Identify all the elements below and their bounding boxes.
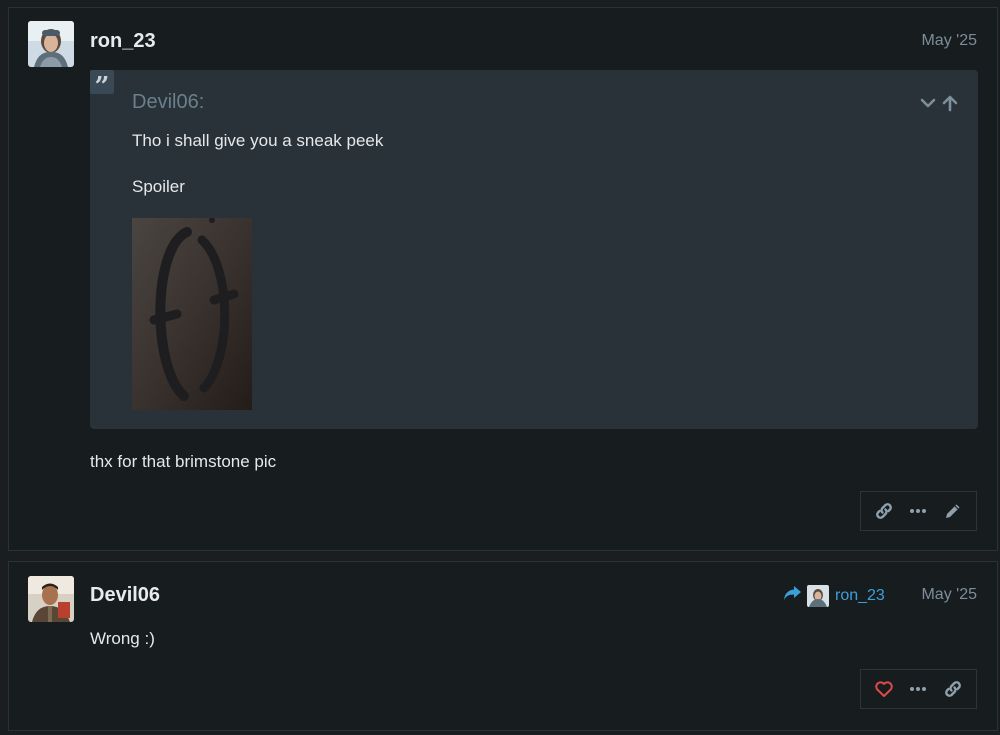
reply-to-link[interactable]: ron_23: [783, 584, 885, 607]
link-icon[interactable]: [940, 676, 966, 702]
more-icon[interactable]: [905, 676, 931, 702]
reply-avatar: [807, 584, 829, 607]
quote-icon: ”: [90, 70, 114, 102]
spoiler-image[interactable]: [132, 218, 252, 410]
reply-to-username: ron_23: [835, 586, 885, 604]
heart-icon[interactable]: [871, 676, 897, 702]
post-body: thx for that brimstone pic: [90, 452, 277, 471]
chevron-down-icon[interactable]: [919, 94, 937, 112]
link-icon[interactable]: [871, 498, 897, 524]
avatar[interactable]: [28, 576, 74, 622]
post-date[interactable]: May '25: [921, 32, 977, 50]
edit-icon[interactable]: [940, 498, 966, 524]
quote-author[interactable]: Devil06:: [132, 91, 204, 114]
post-date[interactable]: May '25: [921, 586, 977, 604]
spoiler-label[interactable]: Spoiler: [132, 177, 185, 197]
post-actions: [860, 491, 977, 531]
arrow-up-icon[interactable]: [941, 94, 959, 112]
avatar[interactable]: [28, 21, 74, 67]
post-devil06: Devil06 ron_23 May '25 Wrong :): [8, 561, 998, 731]
post-ron-23: ron_23 May '25 ” Devil06: Tho i shall gi…: [8, 7, 998, 551]
username[interactable]: ron_23: [90, 30, 156, 53]
quote-text: Tho i shall give you a sneak peek: [132, 131, 384, 150]
quote-block: ” Devil06: Tho i shall give you a sneak …: [90, 70, 978, 429]
reply-arrow-icon: [783, 584, 803, 607]
username[interactable]: Devil06: [90, 584, 160, 607]
more-icon[interactable]: [905, 498, 931, 524]
post-actions: [860, 669, 977, 709]
post-body: Wrong :): [90, 629, 155, 648]
